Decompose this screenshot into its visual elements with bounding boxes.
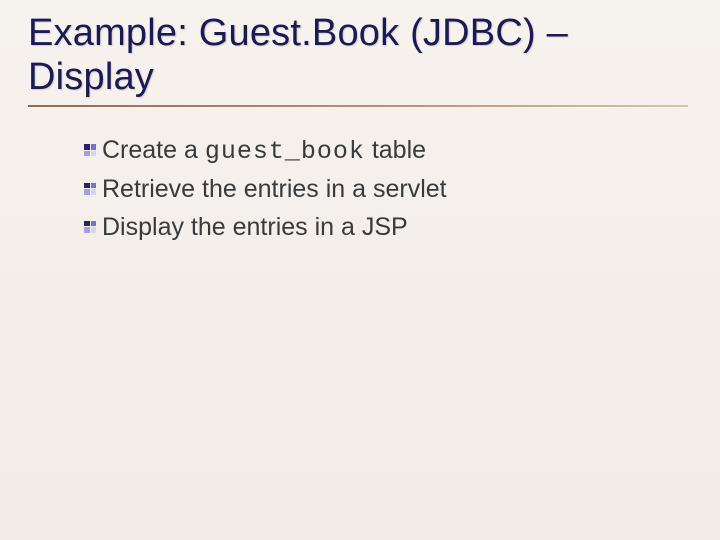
bullet-pre: Create a: [102, 136, 205, 164]
bullet-icon: [84, 183, 96, 195]
bullet-list: Create a guest_book table Retrieve the e…: [84, 135, 692, 244]
slide-title: Example: Guest.Book (JDBC) – Display: [28, 12, 692, 99]
title-line-1: Example: Guest.Book (JDBC) –: [28, 12, 568, 54]
bullet-pre: Display the entries in a JSP: [102, 213, 408, 241]
bullet-text: Retrieve the entries in a servlet: [102, 174, 447, 206]
bullet-icon: [84, 144, 96, 156]
list-item: Create a guest_book table: [84, 135, 692, 167]
list-item: Retrieve the entries in a servlet: [84, 174, 692, 206]
list-item: Display the entries in a JSP: [84, 212, 692, 244]
bullet-icon: [84, 221, 96, 233]
title-line-2: Display: [28, 56, 154, 98]
bullet-pre: Retrieve the entries in a servlet: [102, 175, 447, 203]
bullet-text: Create a guest_book table: [102, 135, 426, 167]
title-underline: [28, 105, 688, 107]
slide: Example: Guest.Book (JDBC) – Display Cre…: [0, 0, 720, 540]
bullet-code: guest_book: [205, 137, 365, 166]
bullet-post: table: [365, 136, 426, 164]
bullet-text: Display the entries in a JSP: [102, 212, 408, 244]
